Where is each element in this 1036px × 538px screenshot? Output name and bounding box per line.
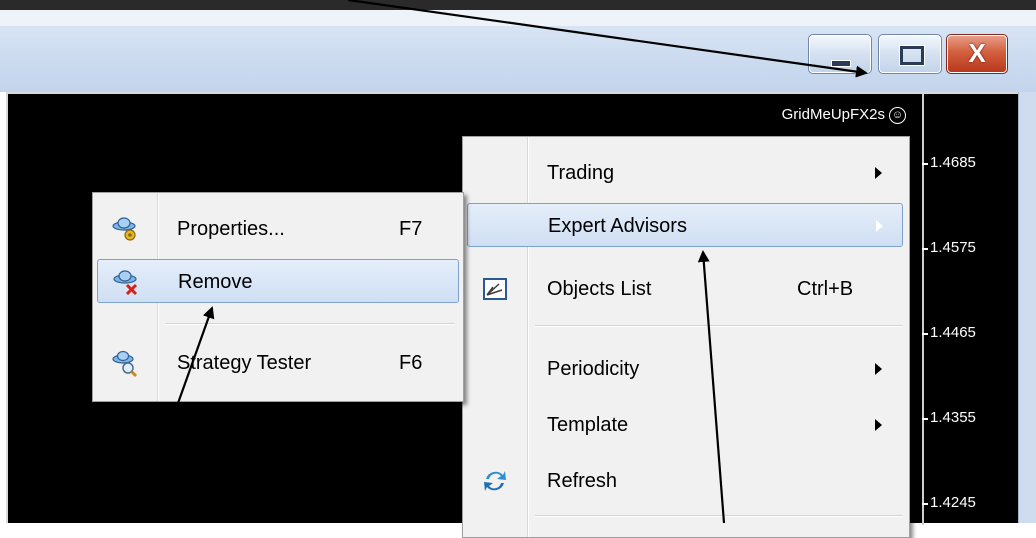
expert-advisors-submenu: Properties... F7 Remove Strategy Tester … [92,192,464,402]
price-label: 1.4575 [922,239,976,256]
close-button[interactable]: X [946,34,1008,74]
window-title-bar: X [0,0,1036,92]
menu-item-label: Expert Advisors [548,215,687,237]
price-label: 1.4245 [922,494,976,511]
price-label: 1.4685 [922,154,976,171]
menu-separator [165,323,455,325]
menu-item-periodicity[interactable]: Periodicity [467,347,903,391]
title-bar-highlight [0,10,1036,26]
close-icon: X [968,38,986,68]
menu-separator [535,325,903,327]
expert-advisor-name: GridMeUpFX2s [781,106,885,123]
menu-item-template[interactable]: Template [467,403,903,447]
expert-advisor-label[interactable]: GridMeUpFX2s ☺ [782,106,906,124]
menu-item-label: Properties... [177,218,285,240]
menu-item-label: Trading [547,162,615,184]
menu-item-strategy-tester[interactable]: Strategy Tester F6 [97,341,457,385]
submenu-arrow-icon [875,167,882,179]
menu-item-trading[interactable]: Trading [467,151,903,195]
smiley-icon: ☺ [889,106,906,124]
expert-remove-icon [113,270,138,296]
minimize-button[interactable] [808,34,872,74]
menu-item-label: Strategy Tester [177,352,312,374]
menu-item-label: Periodicity [547,358,640,380]
submenu-arrow-icon [876,220,883,232]
menu-item-label: Objects List [547,278,652,300]
menu-item-shortcut: F7 [399,218,423,240]
menu-item-shortcut: F6 [399,352,423,374]
menu-item-expert-advisors[interactable]: Expert Advisors [467,203,903,247]
menu-item-label: Refresh [547,470,618,492]
maximize-icon [900,46,924,65]
title-bar-top-edge [0,0,1036,10]
menu-item-remove[interactable]: Remove [97,259,459,303]
price-axis-line [922,94,924,525]
strategy-tester-icon [112,350,138,377]
menu-item-shortcut: Ctrl+B [797,278,854,300]
chart-context-menu: Trading Expert Advisors Objects List Ctr… [462,136,910,538]
expert-properties-icon [112,217,136,241]
maximize-button[interactable] [878,34,942,74]
menu-item-properties[interactable]: Properties... F7 [97,207,457,251]
menu-item-objects-list[interactable]: Objects List Ctrl+B [467,267,903,311]
menu-item-refresh[interactable]: Refresh [467,459,903,503]
window-scrollbar-edge[interactable] [1018,92,1036,523]
objects-list-icon [483,278,507,300]
submenu-arrow-icon [875,363,882,375]
submenu-arrow-icon [875,419,882,431]
menu-item-label: Remove [178,271,253,293]
price-label: 1.4465 [922,324,976,341]
menu-item-label: Template [547,414,629,436]
minimize-icon [831,60,851,67]
price-label: 1.4355 [922,409,976,426]
refresh-icon [484,471,506,491]
menu-separator [535,515,903,517]
